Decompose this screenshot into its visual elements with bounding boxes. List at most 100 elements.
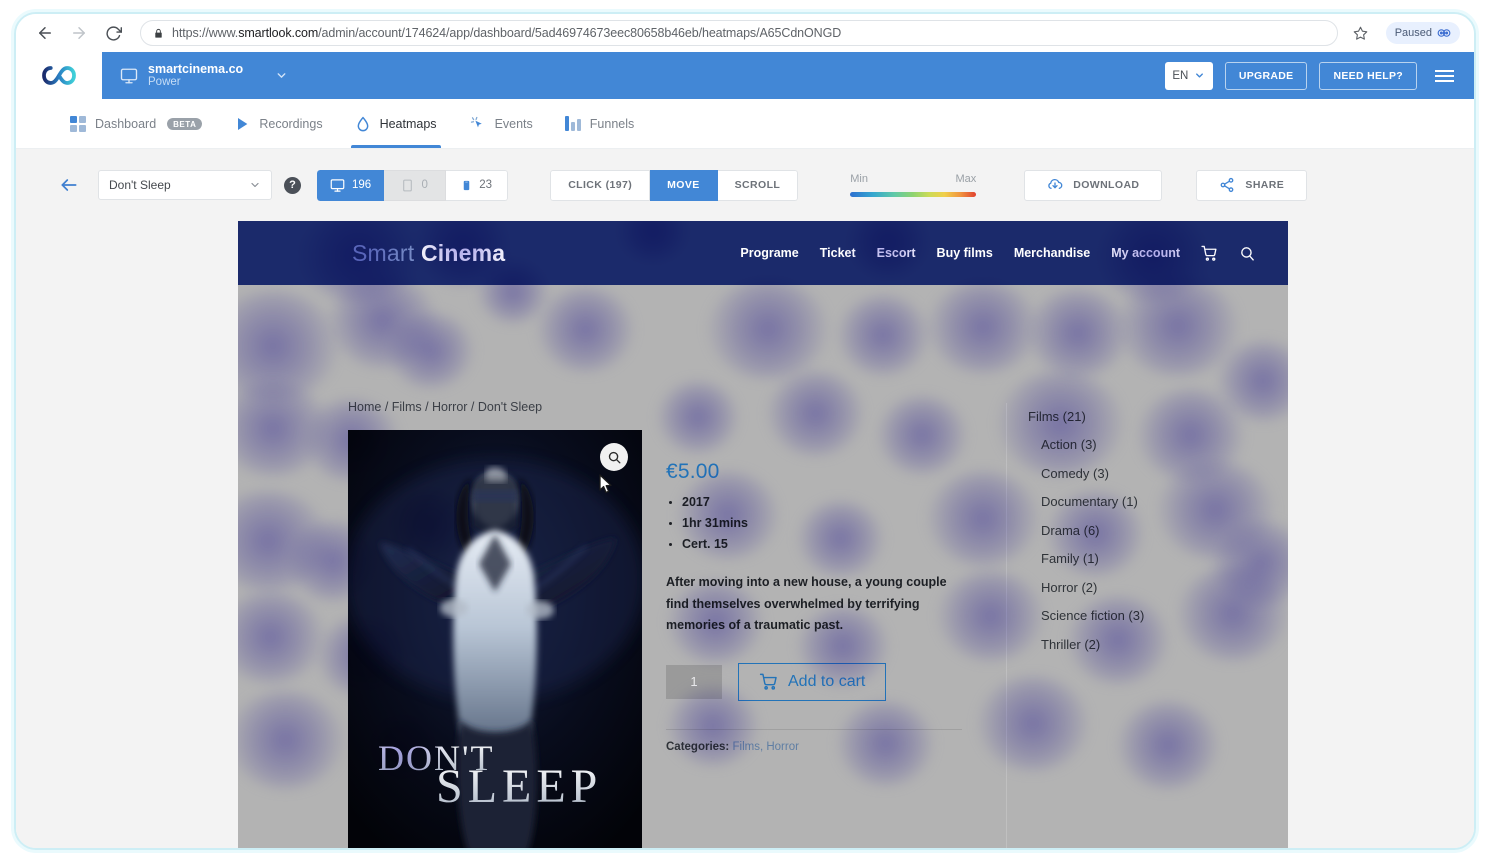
tablet-icon — [401, 178, 414, 193]
back-button[interactable] — [52, 171, 86, 199]
pause-extension-icon — [1437, 26, 1451, 40]
website-header: Smart Cinema Programe Ticket Escort Buy … — [238, 221, 1288, 285]
breadcrumb[interactable]: Home / Films / Horror / Don't Sleep — [348, 400, 542, 414]
hamburger-menu-icon[interactable] — [1433, 64, 1456, 88]
share-nodes-icon — [1219, 177, 1235, 193]
dashboard-grid-icon — [70, 116, 86, 132]
product-categories: Categories: Films, Horror — [666, 741, 966, 753]
language-select[interactable]: EN — [1165, 62, 1213, 90]
website-category-sidebar: Films (21) Action (3) Comedy (3) Documen… — [1006, 403, 1236, 850]
product-details: €5.00 2017 1hr 31mins Cert. 15 After mov… — [666, 460, 966, 753]
website-nav-buy-films[interactable]: Buy films — [937, 246, 993, 260]
category-thriller[interactable]: Thriller (2) — [1028, 631, 1236, 660]
header-actions: EN UPGRADE NEED HELP? — [1165, 62, 1474, 90]
tab-recordings[interactable]: Recordings — [218, 99, 338, 148]
header-blue-bar: smartcinema.co Power EN UPGRADE — [102, 52, 1474, 99]
website-nav-programe[interactable]: Programe — [740, 246, 798, 260]
tab-funnels[interactable]: Funnels — [549, 99, 650, 148]
spec-year: 2017 — [666, 492, 966, 513]
browser-forward-button[interactable] — [64, 19, 94, 47]
address-bar[interactable]: https://www.smartlook.com/admin/account/… — [140, 20, 1338, 46]
desktop-icon — [330, 178, 345, 193]
search-icon[interactable] — [1239, 245, 1256, 262]
website-nav-escort[interactable]: Escort — [877, 246, 916, 260]
logo-part-smart: Smart — [352, 240, 421, 266]
add-to-cart-label: Add to cart — [788, 673, 865, 691]
click-cursor-icon — [469, 115, 486, 132]
magnifier-zoom-icon[interactable] — [600, 443, 628, 471]
mode-click[interactable]: CLICK (197) — [550, 170, 650, 201]
quantity-input[interactable]: 1 — [666, 665, 722, 699]
extension-paused-chip[interactable]: Paused — [1386, 22, 1460, 44]
legend-min-label: Min — [850, 173, 868, 185]
website-body: Home / Films / Horror / Don't Sleep — [238, 285, 1288, 850]
browser-back-button[interactable] — [30, 19, 60, 47]
heatmap-mode-group: CLICK (197) MOVE SCROLL — [550, 170, 798, 201]
smartlook-infinity-logo[interactable] — [16, 52, 102, 99]
device-filter-mobile[interactable]: 23 — [446, 170, 508, 201]
mode-scroll[interactable]: SCROLL — [718, 170, 799, 201]
site-selector[interactable]: smartcinema.co Power — [102, 52, 342, 99]
download-label: DOWNLOAD — [1073, 179, 1139, 191]
monitor-icon — [120, 67, 138, 85]
browser-window: https://www.smartlook.com/admin/account/… — [14, 12, 1476, 850]
tab-dashboard[interactable]: Dashboard BETA — [54, 99, 218, 148]
droplet-icon — [355, 115, 371, 133]
main-nav-tabs: Dashboard BETA Recordings Heatmaps E — [16, 99, 1474, 149]
cart-row: 1 Add to cart — [666, 663, 966, 701]
product-specs: 2017 1hr 31mins Cert. 15 — [666, 492, 966, 555]
app-header: smartcinema.co Power EN UPGRADE — [16, 52, 1474, 99]
tab-label: Heatmaps — [380, 117, 437, 131]
category-horror[interactable]: Horror (2) — [1028, 574, 1236, 603]
page-select[interactable]: Don't Sleep — [98, 170, 272, 200]
browser-reload-button[interactable] — [98, 19, 128, 47]
need-help-button[interactable]: NEED HELP? — [1319, 62, 1417, 90]
tab-label: Dashboard — [95, 117, 156, 131]
upgrade-button[interactable]: UPGRADE — [1225, 62, 1308, 90]
website-logo[interactable]: Smart Cinema — [352, 240, 505, 267]
website-nav-merchandise[interactable]: Merchandise — [1014, 246, 1090, 260]
legend-gradient-bar — [850, 192, 976, 197]
browser-toolbar: https://www.smartlook.com/admin/account/… — [16, 14, 1474, 52]
cloud-download-icon — [1047, 177, 1063, 193]
heatmap-canvas-area[interactable]: Smart Cinema Programe Ticket Escort Buy … — [16, 221, 1474, 850]
category-action[interactable]: Action (3) — [1028, 431, 1236, 460]
download-button[interactable]: DOWNLOAD — [1024, 170, 1162, 201]
categories-links[interactable]: Films, Horror — [732, 741, 798, 753]
device-count: 23 — [479, 179, 492, 191]
tab-heatmaps[interactable]: Heatmaps — [339, 99, 453, 148]
mode-move[interactable]: MOVE — [650, 170, 718, 201]
chevron-down-icon — [1194, 70, 1205, 81]
add-to-cart-button[interactable]: Add to cart — [738, 663, 886, 701]
divider — [666, 729, 962, 730]
tab-events[interactable]: Events — [453, 99, 549, 148]
spec-runtime: 1hr 31mins — [666, 513, 966, 534]
category-science-fiction[interactable]: Science fiction (3) — [1028, 602, 1236, 631]
website-nav-ticket[interactable]: Ticket — [820, 246, 856, 260]
device-count: 196 — [352, 179, 371, 191]
site-name: smartcinema.co — [148, 62, 243, 76]
product-description: After moving into a new house, a young c… — [666, 572, 962, 637]
shopping-cart-icon[interactable] — [1201, 245, 1218, 262]
movie-poster-artwork: DON'T SLEEP — [348, 430, 642, 850]
device-filter-group: 196 0 23 — [317, 170, 508, 201]
category-documentary[interactable]: Documentary (1) — [1028, 488, 1236, 517]
legend-max-label: Max — [955, 173, 976, 185]
device-filter-desktop[interactable]: 196 — [317, 170, 384, 201]
category-drama[interactable]: Drama (6) — [1028, 517, 1236, 546]
svg-text:SLEEP: SLEEP — [436, 760, 602, 813]
mobile-icon — [461, 178, 472, 193]
device-filter-tablet[interactable]: 0 — [384, 170, 446, 201]
category-films-root[interactable]: Films (21) — [1028, 403, 1236, 431]
tab-label: Recordings — [259, 117, 322, 131]
share-button[interactable]: SHARE — [1196, 170, 1307, 201]
website-nav-my-account[interactable]: My account — [1111, 246, 1180, 260]
tab-label: Events — [495, 117, 533, 131]
help-icon[interactable]: ? — [284, 177, 301, 194]
category-comedy[interactable]: Comedy (3) — [1028, 460, 1236, 489]
language-value: EN — [1172, 70, 1188, 82]
product-image[interactable]: DON'T SLEEP — [348, 430, 642, 850]
bookmark-star-icon[interactable] — [1348, 20, 1374, 46]
category-family[interactable]: Family (1) — [1028, 545, 1236, 574]
url-text: https://www.smartlook.com/admin/account/… — [172, 26, 841, 40]
